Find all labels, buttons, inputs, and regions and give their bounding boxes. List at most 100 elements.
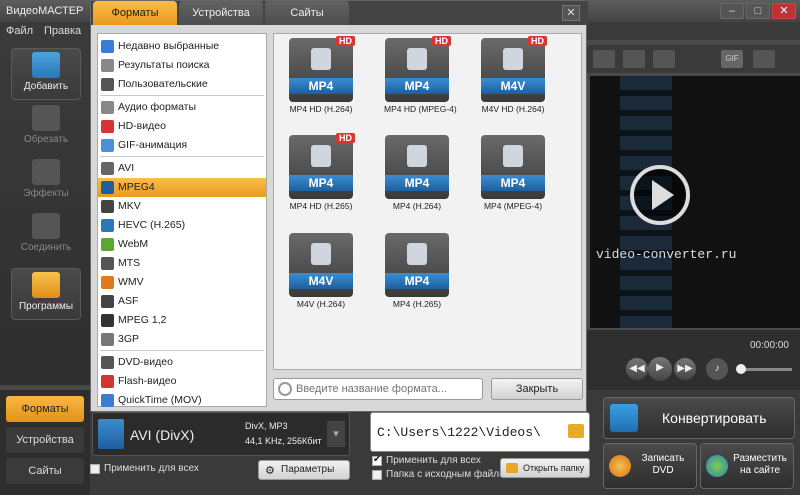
crop-icon[interactable]: [753, 50, 775, 68]
play-pause-button[interactable]: ▶: [648, 357, 672, 381]
parameters-button[interactable]: ⚙ Параметры: [258, 460, 350, 480]
dialog-close-button[interactable]: Закрыть: [491, 378, 583, 400]
flash-icon: [101, 375, 114, 388]
join-button[interactable]: Соединить: [11, 210, 81, 262]
format-search-input[interactable]: [296, 381, 478, 397]
dialog-tab-formats[interactable]: Форматы: [93, 1, 177, 25]
mp4-icon: [101, 181, 114, 194]
format-item-label: QuickTime (MOV): [118, 394, 202, 406]
programs-icon: [32, 272, 60, 298]
menu-edit[interactable]: Правка: [44, 25, 81, 37]
menu-file[interactable]: Файл: [6, 25, 33, 37]
recent-icon: [101, 40, 114, 53]
search-icon: [101, 59, 114, 72]
brightness-icon[interactable]: [593, 50, 615, 68]
format-tile-label: M4V (H.264): [296, 299, 346, 309]
format-tile-label: MP4 HD (MPEG-4): [384, 104, 457, 114]
hd-badge: HD: [432, 36, 451, 46]
format-item-quicktime[interactable]: QuickTime (MOV): [98, 391, 266, 410]
format-badge: MP4: [289, 175, 353, 191]
format-item-audio[interactable]: Аудио форматы: [98, 98, 266, 117]
format-item-hevc[interactable]: HEVC (H.265): [98, 216, 266, 235]
volume-slider[interactable]: [740, 368, 792, 371]
format-tile[interactable]: MP4 HD MP4 HD (H.265): [288, 133, 355, 215]
convert-icon: [610, 404, 638, 432]
format-tile-label: MP4 (MPEG-4): [483, 201, 543, 211]
format-item-label: Пользовательские: [118, 78, 208, 90]
format-item-webm[interactable]: WebM: [98, 235, 266, 254]
format-tile-label: MP4 HD (H.264): [289, 104, 353, 114]
apply-all-label: Применить для всех: [104, 463, 199, 474]
burn-dvd-button[interactable]: Записать DVD: [603, 443, 697, 489]
format-tile[interactable]: MP4 HD MP4 HD (H.264): [288, 36, 355, 118]
format-item-asf[interactable]: ASF: [98, 292, 266, 311]
dialog-tab-devices[interactable]: Устройства: [179, 1, 263, 25]
list-separator: [100, 156, 264, 157]
3gp-icon: [101, 333, 114, 346]
add-button[interactable]: Добавить: [11, 48, 81, 100]
volume-knob[interactable]: [736, 364, 746, 374]
apply-all-right-checkbox[interactable]: [372, 454, 382, 466]
minimize-button[interactable]: –: [720, 3, 744, 19]
dialog-tab-sites[interactable]: Сайты: [265, 1, 349, 25]
tab-formats[interactable]: Форматы: [6, 396, 84, 422]
programs-button[interactable]: Программы: [11, 268, 81, 320]
effects-button[interactable]: Эффекты: [11, 156, 81, 208]
format-item-dvd[interactable]: DVD-видео: [98, 353, 266, 372]
output-format-selector[interactable]: AVI (DivX) DivX, MP3 44,1 KHz, 256Кбит ▾: [92, 412, 350, 456]
convert-button[interactable]: Конвертировать: [603, 397, 795, 439]
quicktime-icon: [101, 394, 114, 407]
format-item-wmv[interactable]: WMV: [98, 273, 266, 292]
user-icon: [101, 78, 114, 91]
format-tile[interactable]: MP4 MP4 (H.265): [384, 233, 450, 313]
format-item-mp4[interactable]: MPEG4: [98, 178, 266, 197]
folder-icon[interactable]: [568, 424, 584, 438]
tab-devices[interactable]: Устройства: [6, 427, 84, 453]
prev-icon[interactable]: ◀◀: [626, 358, 648, 380]
camera-icon: MP4 HD: [289, 133, 355, 199]
format-item-label: DVD-видео: [118, 356, 173, 368]
format-tile[interactable]: M4V HD M4V HD (H.264): [480, 36, 547, 118]
format-item-gif[interactable]: GIF-анимация: [98, 136, 266, 155]
source-folder-checkbox[interactable]: [372, 470, 382, 480]
cut-button[interactable]: Обрезать: [11, 102, 81, 154]
hd-badge: HD: [336, 36, 355, 46]
tab-sites[interactable]: Сайты: [6, 458, 84, 484]
cut-icon: [32, 105, 60, 131]
gif-icon[interactable]: GIF: [721, 50, 743, 68]
format-item-mkv[interactable]: MKV: [98, 197, 266, 216]
format-item-label: Flash-видео: [118, 375, 177, 387]
dialog-close-icon[interactable]: ✕: [562, 5, 580, 21]
format-item-hd[interactable]: HD-видео: [98, 117, 266, 136]
camera-icon: M4V HD: [481, 36, 547, 102]
format-item-search[interactable]: Результаты поиска: [98, 56, 266, 75]
open-folder-button[interactable]: Открыть папку: [500, 458, 590, 478]
format-item-user[interactable]: Пользовательские: [98, 75, 266, 94]
format-item-label: Результаты поиска: [118, 59, 210, 71]
format-item-3gp[interactable]: 3GP: [98, 330, 266, 349]
format-item-recent[interactable]: Недавно выбранные: [98, 37, 266, 56]
volume-icon[interactable]: ♪: [706, 358, 728, 380]
format-tile[interactable]: MP4 HD MP4 HD (MPEG-4): [384, 36, 457, 118]
format-search[interactable]: [273, 378, 483, 400]
output-path-field[interactable]: C:\Users\1222\Videos\: [370, 412, 590, 452]
chevron-down-icon[interactable]: ▾: [327, 421, 345, 447]
format-badge: M4V: [289, 273, 353, 289]
format-tile[interactable]: M4V M4V (H.264): [288, 233, 354, 313]
format-item-mpeg[interactable]: MPEG 1,2: [98, 311, 266, 330]
maximize-button[interactable]: □: [746, 3, 770, 19]
speed-icon[interactable]: [653, 50, 675, 68]
format-item-avi[interactable]: AVI: [98, 159, 266, 178]
next-icon[interactable]: ▶▶: [674, 358, 696, 380]
film-icon[interactable]: [623, 50, 645, 68]
format-badge: MP4: [385, 175, 449, 191]
close-window-button[interactable]: ✕: [772, 3, 796, 19]
format-tile[interactable]: MP4 MP4 (H.264): [384, 135, 450, 215]
format-item-flash[interactable]: Flash-видео: [98, 372, 266, 391]
format-item-mts[interactable]: MTS: [98, 254, 266, 273]
output-format-codec: DivX, MP3: [245, 421, 288, 431]
format-tile[interactable]: MP4 MP4 (MPEG-4): [480, 135, 546, 215]
publish-button[interactable]: Разместить на сайте: [700, 443, 794, 489]
preview-toolbar: GIF: [587, 45, 800, 73]
apply-all-checkbox[interactable]: [90, 464, 100, 474]
